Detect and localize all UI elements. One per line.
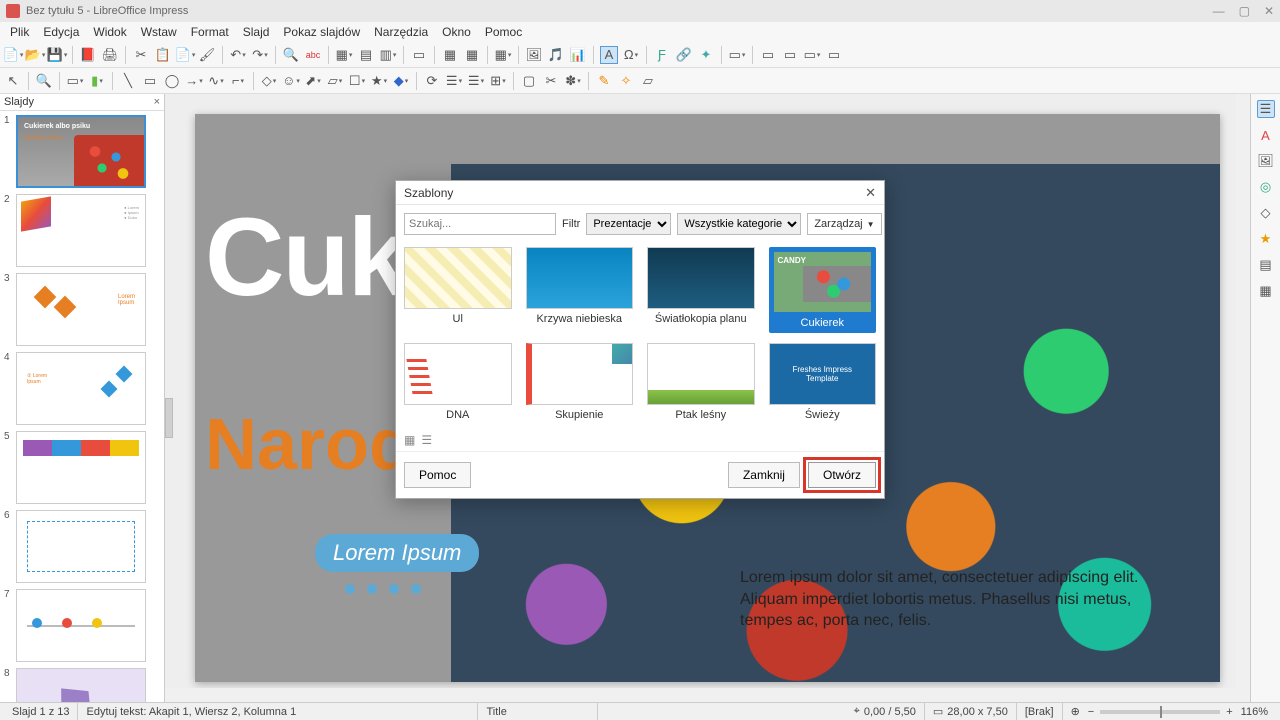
template-name: Ul <box>404 313 512 325</box>
templates-dialog: Szablony ✕ Filtr Prezentacje Wszystkie k… <box>395 180 885 499</box>
manage-button[interactable]: Zarządzaj▼ <box>807 213 881 235</box>
template-dna[interactable]: DNA <box>404 343 512 421</box>
dialog-overlay: Szablony ✕ Filtr Prezentacje Wszystkie k… <box>0 0 1280 720</box>
template-thumb <box>647 343 755 405</box>
template-ptak-leśny[interactable]: Ptak leśny <box>647 343 755 421</box>
template-thumb <box>526 247 634 309</box>
template-thumb <box>526 343 634 405</box>
filter-type-select[interactable]: Prezentacje <box>586 213 671 235</box>
template-name: DNA <box>404 409 512 421</box>
grid-view-icon[interactable]: ▦ <box>404 433 415 447</box>
filter-label: Filtr <box>562 218 580 230</box>
template-ul[interactable]: Ul <box>404 247 512 333</box>
template-name: Krzywa niebieska <box>526 313 634 325</box>
template-thumb <box>769 343 877 405</box>
help-button[interactable]: Pomoc <box>404 462 471 488</box>
template-thumb <box>404 343 512 405</box>
filter-category-select[interactable]: Wszystkie kategorie <box>677 213 801 235</box>
list-view-icon[interactable]: ☰ <box>421 433 432 447</box>
close-button[interactable]: Zamknij <box>728 462 800 488</box>
template-świeży[interactable]: Świeży <box>769 343 877 421</box>
template-thumb <box>647 247 755 309</box>
template-name: Skupienie <box>526 409 634 421</box>
open-button[interactable]: Otwórz <box>808 462 876 488</box>
template-name: Ptak leśny <box>647 409 755 421</box>
template-cukierek[interactable]: Cukierek <box>769 247 877 333</box>
template-światłokopia-planu[interactable]: Światłokopia planu <box>647 247 755 333</box>
dialog-title: Szablony <box>404 186 453 200</box>
template-thumb <box>773 251 873 313</box>
template-krzywa-niebieska[interactable]: Krzywa niebieska <box>526 247 634 333</box>
template-name: Światłokopia planu <box>647 313 755 325</box>
template-thumb <box>404 247 512 309</box>
template-name: Świeży <box>769 409 877 421</box>
template-name: Cukierek <box>773 317 873 329</box>
template-search-input[interactable] <box>404 213 556 235</box>
dialog-close-icon[interactable]: ✕ <box>865 185 876 201</box>
templates-grid: Ul Krzywa niebieska Światłokopia planu Cuki… <box>396 239 884 429</box>
template-skupienie[interactable]: Skupienie <box>526 343 634 421</box>
